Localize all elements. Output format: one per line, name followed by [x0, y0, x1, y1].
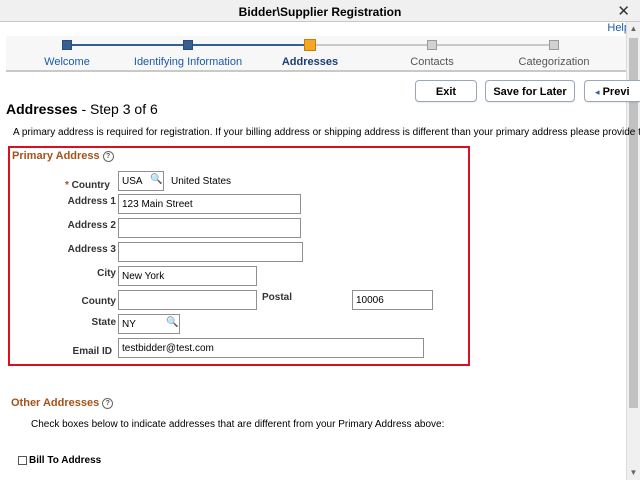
- step-indicator: - Step 3 of 6: [81, 101, 158, 117]
- step-connector: [188, 44, 310, 46]
- exit-button[interactable]: Exit: [415, 80, 477, 102]
- previous-button-label: Previ: [602, 86, 630, 98]
- window-titlebar: Bidder\Supplier Registration ✕: [0, 0, 640, 22]
- email-label: Email ID: [72, 346, 112, 357]
- postal-input[interactable]: 10006: [352, 290, 433, 310]
- country-label: * Country: [40, 180, 110, 191]
- step-categorization[interactable]: Categorization: [519, 56, 590, 68]
- step-node-categorization-icon[interactable]: [549, 40, 559, 50]
- city-label: City: [97, 268, 116, 279]
- address2-label: Address 2: [67, 220, 116, 231]
- step-node-contacts-icon[interactable]: [427, 40, 437, 50]
- primary-address-title-text: Primary Address: [12, 150, 100, 162]
- step-addresses[interactable]: Addresses: [282, 56, 338, 68]
- page-title: Addresses - Step 3 of 6: [6, 101, 158, 117]
- bill-to-address-label[interactable]: Bill To Address: [29, 455, 101, 466]
- window-title: Bidder\Supplier Registration: [238, 5, 402, 19]
- scroll-up-arrow-icon[interactable]: ▲: [627, 22, 640, 36]
- intro-text: A primary address is required for regist…: [13, 127, 640, 138]
- email-input[interactable]: testbidder@test.com: [118, 338, 424, 358]
- postal-label: Postal: [262, 292, 293, 303]
- scroll-down-arrow-icon[interactable]: ▼: [627, 466, 640, 480]
- help-question-icon[interactable]: ?: [102, 151, 114, 162]
- help-question-icon[interactable]: ?: [102, 398, 114, 409]
- address2-input[interactable]: [118, 218, 301, 238]
- other-addresses-instructions: Check boxes below to indicate addresses …: [31, 419, 445, 430]
- bill-to-address-checkbox[interactable]: [18, 456, 27, 465]
- previous-button[interactable]: ◂ Previ: [584, 80, 640, 102]
- address3-label: Address 3: [67, 244, 116, 255]
- step-node-addresses-icon[interactable]: [304, 39, 316, 51]
- step-welcome[interactable]: Welcome: [44, 56, 90, 68]
- other-addresses-title: Other Addresses?: [11, 397, 114, 409]
- address1-input[interactable]: 123 Main Street: [118, 194, 301, 214]
- step-connector: [68, 44, 188, 46]
- step-node-identifying-icon[interactable]: [183, 40, 193, 50]
- state-label: State: [91, 317, 116, 328]
- address1-label: Address 1: [67, 196, 116, 207]
- country-label-text: Country: [71, 180, 110, 191]
- primary-address-title: Primary Address?: [12, 150, 114, 162]
- previous-arrow-icon: ◂: [595, 87, 600, 97]
- city-input[interactable]: New York: [118, 266, 257, 286]
- county-label: County: [81, 296, 116, 307]
- country-description: United States: [171, 176, 232, 187]
- step-node-welcome-icon[interactable]: [62, 40, 72, 50]
- state-lookup-search-icon[interactable]: 🔍: [166, 317, 178, 328]
- close-icon[interactable]: ✕: [617, 2, 630, 20]
- save-for-later-button[interactable]: Save for Later: [485, 80, 575, 102]
- other-addresses-title-text: Other Addresses: [11, 397, 100, 409]
- required-marker: *: [64, 180, 69, 191]
- step-contacts[interactable]: Contacts: [410, 56, 453, 68]
- page-title-text: Addresses: [6, 101, 78, 117]
- country-lookup-search-icon[interactable]: 🔍: [150, 174, 162, 185]
- step-identifying-information[interactable]: Identifying Information: [134, 56, 242, 68]
- county-input[interactable]: [118, 290, 257, 310]
- address3-input[interactable]: [118, 242, 303, 262]
- step-train: Welcome Identifying Information Addresse…: [6, 36, 626, 72]
